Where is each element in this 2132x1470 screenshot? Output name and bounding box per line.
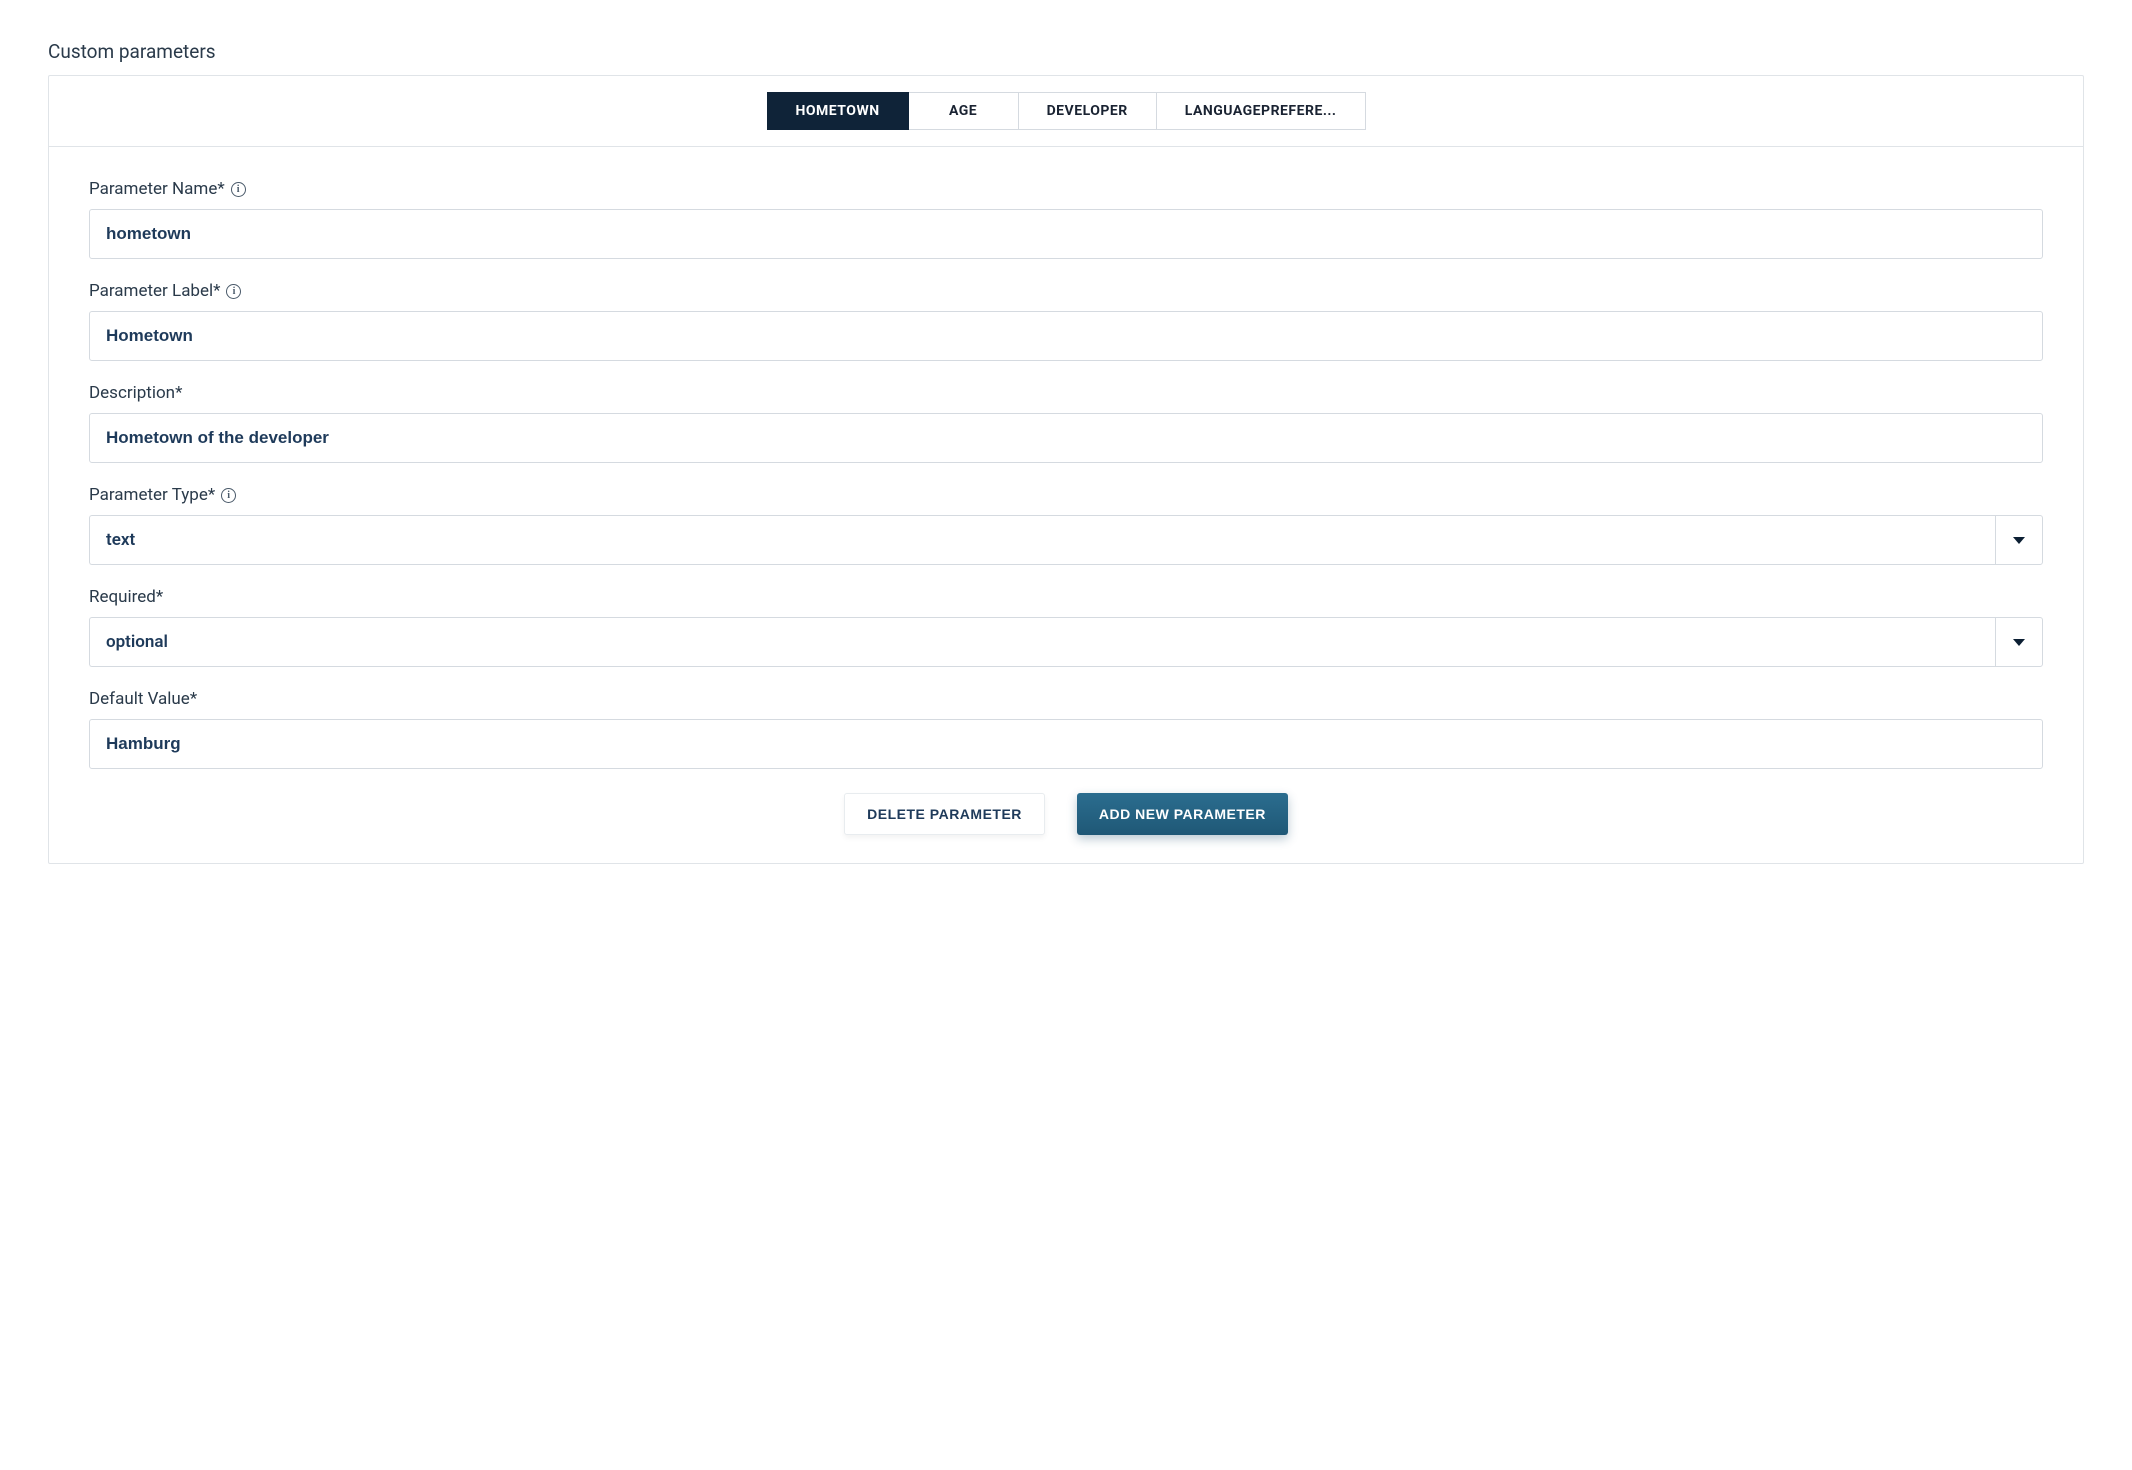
button-row: DELETE PARAMETER ADD NEW PARAMETER [89, 793, 2043, 835]
tab-developer[interactable]: DEVELOPER [1019, 92, 1157, 130]
tab-age[interactable]: AGE [909, 92, 1019, 130]
description-input[interactable] [89, 413, 2043, 463]
custom-parameters-panel: HOMETOWN AGE DEVELOPER LANGUAGEPREFERE..… [48, 75, 2084, 864]
field-description: Description* [89, 383, 2043, 463]
section-title: Custom parameters [48, 40, 2084, 63]
info-icon[interactable] [221, 488, 236, 503]
default-value-label: Default Value* [89, 689, 197, 709]
tabs: HOMETOWN AGE DEVELOPER LANGUAGEPREFERE..… [767, 92, 1366, 130]
parameter-name-label: Parameter Name* [89, 179, 225, 199]
parameter-type-select[interactable]: text [89, 515, 2043, 565]
default-value-input[interactable] [89, 719, 2043, 769]
required-caret[interactable] [1995, 617, 2043, 667]
description-label-row: Description* [89, 383, 2043, 403]
tab-languagepreference[interactable]: LANGUAGEPREFERE... [1157, 92, 1366, 130]
tabs-container: HOMETOWN AGE DEVELOPER LANGUAGEPREFERE..… [49, 76, 2083, 147]
field-parameter-type: Parameter Type* text [89, 485, 2043, 565]
custom-parameters-section: Custom parameters HOMETOWN AGE DEVELOPER… [48, 40, 2084, 864]
parameter-type-label: Parameter Type* [89, 485, 215, 505]
required-label: Required* [89, 587, 163, 607]
form-body: Parameter Name* Parameter Label* Descrip… [49, 147, 2083, 863]
description-label: Description* [89, 383, 182, 403]
tab-hometown[interactable]: HOMETOWN [767, 92, 909, 130]
parameter-type-value: text [89, 515, 1995, 565]
parameter-type-label-row: Parameter Type* [89, 485, 2043, 505]
chevron-down-icon [2013, 639, 2025, 646]
parameter-label-label: Parameter Label* [89, 281, 220, 301]
info-icon[interactable] [231, 182, 246, 197]
field-required: Required* optional [89, 587, 2043, 667]
default-value-label-row: Default Value* [89, 689, 2043, 709]
required-label-row: Required* [89, 587, 2043, 607]
parameter-label-input[interactable] [89, 311, 2043, 361]
parameter-name-label-row: Parameter Name* [89, 179, 2043, 199]
field-parameter-label: Parameter Label* [89, 281, 2043, 361]
field-default-value: Default Value* [89, 689, 2043, 769]
required-select[interactable]: optional [89, 617, 2043, 667]
chevron-down-icon [2013, 537, 2025, 544]
delete-parameter-button[interactable]: DELETE PARAMETER [844, 793, 1045, 835]
required-value: optional [89, 617, 1995, 667]
parameter-type-caret[interactable] [1995, 515, 2043, 565]
info-icon[interactable] [226, 284, 241, 299]
parameter-label-label-row: Parameter Label* [89, 281, 2043, 301]
add-new-parameter-button[interactable]: ADD NEW PARAMETER [1077, 793, 1288, 835]
parameter-name-input[interactable] [89, 209, 2043, 259]
field-parameter-name: Parameter Name* [89, 179, 2043, 259]
